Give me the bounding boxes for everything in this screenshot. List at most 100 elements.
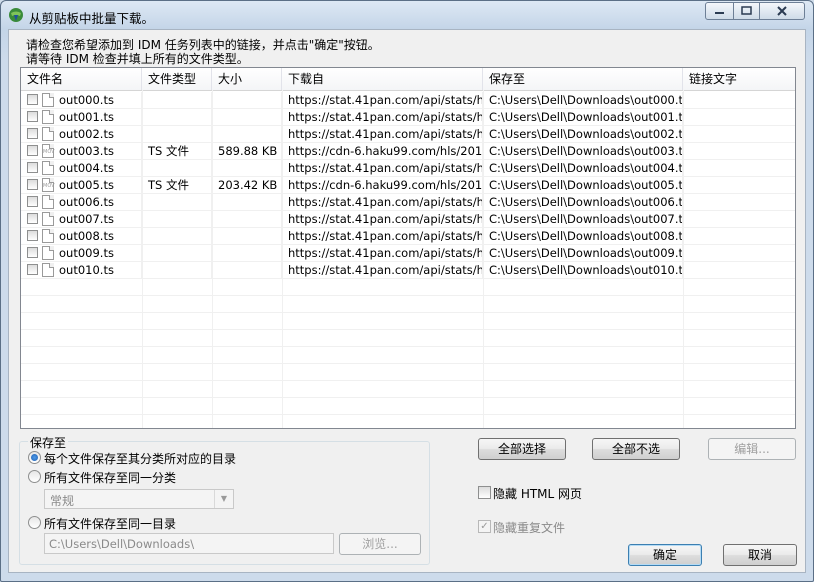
cell-linktext xyxy=(683,177,795,194)
cell-type xyxy=(142,160,212,177)
cell-saveto: C:\Users\Dell\Downloads\out005.ts xyxy=(483,177,683,194)
select-none-button[interactable]: 全部不选 xyxy=(592,438,680,460)
hide-html-label[interactable]: 隐藏 HTML 网页 xyxy=(493,485,582,502)
radio-save-per-category[interactable] xyxy=(28,451,41,464)
column-header-filename[interactable]: 文件名 xyxy=(21,68,142,90)
row-gridline xyxy=(21,210,795,211)
row-checkbox[interactable] xyxy=(27,230,38,241)
table-row[interactable]: out004.ts https://stat.41pan.com/api/stat… xyxy=(21,160,795,177)
table-row[interactable]: out007.ts https://stat.41pan.com/api/stat… xyxy=(21,211,795,228)
instruction-line-2: 请等待 IDM 检查并填上所有的文件类型。 xyxy=(26,52,249,66)
close-button[interactable] xyxy=(759,2,805,20)
minimize-button[interactable] xyxy=(705,2,734,20)
radio-save-same-dir[interactable] xyxy=(28,516,41,529)
edit-button[interactable]: 编辑... xyxy=(708,438,796,460)
cell-from: https://stat.41pan.com/api/stats/hls... xyxy=(282,228,483,245)
row-gridline xyxy=(21,346,795,347)
radio-save-same-dir-label[interactable]: 所有文件保存至同一目录 xyxy=(44,515,176,532)
row-checkbox[interactable] xyxy=(27,213,38,224)
row-checkbox[interactable] xyxy=(27,145,38,156)
row-gridline xyxy=(21,227,795,228)
hide-html-checkbox[interactable] xyxy=(478,486,491,499)
row-checkbox[interactable] xyxy=(27,128,38,139)
cell-type: TS 文件 xyxy=(142,143,212,160)
cell-saveto: C:\Users\Dell\Downloads\out002.ts xyxy=(483,126,683,143)
cell-filename: out000.ts xyxy=(21,92,142,109)
cell-size: 203.42 KB xyxy=(212,177,282,194)
cell-linktext xyxy=(683,194,795,211)
cell-linktext xyxy=(683,143,795,160)
row-gridline xyxy=(21,312,795,313)
row-checkbox[interactable] xyxy=(27,264,38,275)
table-row[interactable]: out001.ts https://stat.41pan.com/api/stat… xyxy=(21,109,795,126)
row-checkbox[interactable] xyxy=(27,196,38,207)
row-checkbox[interactable] xyxy=(27,162,38,173)
dialog-body: 请检查您希望添加到 IDM 任务列表中的链接，并点击"确定"按钮。 请等待 ID… xyxy=(8,29,806,573)
column-separator xyxy=(282,90,283,428)
cell-size xyxy=(212,228,282,245)
cell-size xyxy=(212,245,282,262)
row-gridline xyxy=(21,380,795,381)
file-name: out003.ts xyxy=(59,144,114,158)
cell-filename: out010.ts xyxy=(21,262,142,279)
maximize-button[interactable] xyxy=(733,2,760,20)
directory-field[interactable]: C:\Users\Dell\Downloads\ xyxy=(44,533,334,554)
table-row[interactable]: MOV out005.ts TS 文件 203.42 KB https://cdn-6.… xyxy=(21,177,795,194)
row-checkbox[interactable] xyxy=(27,179,38,190)
column-header-size[interactable]: 大小 xyxy=(212,68,282,90)
cell-filename: out009.ts xyxy=(21,245,142,262)
radio-save-same-category-label[interactable]: 所有文件保存至同一分类 xyxy=(44,469,176,486)
batch-download-dialog: 从剪贴板中批量下载。 请检查您希望添加到 IDM 任务列表中的链接，并点击"确定… xyxy=(0,0,814,582)
title-bar[interactable]: 从剪贴板中批量下载。 xyxy=(1,1,813,29)
cell-saveto: C:\Users\Dell\Downloads\out008.ts xyxy=(483,228,683,245)
cell-filename: MOV out005.ts xyxy=(21,177,142,194)
column-separator xyxy=(683,90,684,428)
row-checkbox[interactable] xyxy=(27,247,38,258)
cancel-button[interactable]: 取消 xyxy=(723,544,797,566)
cell-saveto: C:\Users\Dell\Downloads\out009.ts xyxy=(483,245,683,262)
video-file-icon: MOV xyxy=(42,144,55,158)
file-icon xyxy=(42,110,54,124)
table-row[interactable]: out010.ts https://stat.41pan.com/api/stat… xyxy=(21,262,795,279)
cell-saveto: C:\Users\Dell\Downloads\out006.ts xyxy=(483,194,683,211)
directory-field-value: C:\Users\Dell\Downloads\ xyxy=(49,537,195,551)
radio-save-per-category-label[interactable]: 每个文件保存至其分类所对应的目录 xyxy=(44,450,236,467)
cell-from: https://stat.41pan.com/api/stats/hls... xyxy=(282,245,483,262)
radio-save-same-category[interactable] xyxy=(28,470,41,483)
column-header-from[interactable]: 下载自 xyxy=(282,68,483,90)
row-checkbox[interactable] xyxy=(27,94,38,105)
cell-size xyxy=(212,262,282,279)
column-header-filetype[interactable]: 文件类型 xyxy=(142,68,212,90)
hide-duplicates-checkbox[interactable]: ✓ xyxy=(478,520,491,533)
ok-button[interactable]: 确定 xyxy=(628,544,702,566)
table-row[interactable]: MOV out003.ts TS 文件 589.88 KB https://cdn-6.… xyxy=(21,143,795,160)
file-name: out009.ts xyxy=(59,246,114,260)
cell-saveto: C:\Users\Dell\Downloads\out004.ts xyxy=(483,160,683,177)
hide-duplicates-label[interactable]: 隐藏重复文件 xyxy=(493,519,565,536)
select-all-button[interactable]: 全部选择 xyxy=(478,438,566,460)
cell-from: https://cdn-6.haku99.com/hls/2019/... xyxy=(282,143,483,160)
cell-type xyxy=(142,228,212,245)
row-checkbox[interactable] xyxy=(27,111,38,122)
table-row[interactable]: out002.ts https://stat.41pan.com/api/stat… xyxy=(21,126,795,143)
column-header-saveto[interactable]: 保存至 xyxy=(483,68,683,90)
table-row[interactable]: out000.ts https://stat.41pan.com/api/stat… xyxy=(21,92,795,109)
table-row[interactable]: out008.ts https://stat.41pan.com/api/stat… xyxy=(21,228,795,245)
category-select[interactable]: 常规 ▼ xyxy=(44,489,234,509)
file-icon xyxy=(42,195,54,209)
cell-linktext xyxy=(683,92,795,109)
column-header-linktext[interactable]: 链接文字 xyxy=(683,68,795,90)
link-list[interactable]: 文件名 文件类型 大小 下载自 保存至 链接文字 out000.ts https:… xyxy=(20,67,796,429)
cell-from: https://stat.41pan.com/api/stats/hls... xyxy=(282,126,483,143)
cell-size xyxy=(212,160,282,177)
browse-button[interactable]: 浏览... xyxy=(339,533,421,555)
table-row[interactable]: out009.ts https://stat.41pan.com/api/stat… xyxy=(21,245,795,262)
cell-from: https://stat.41pan.com/api/stats/hls... xyxy=(282,262,483,279)
row-gridline xyxy=(21,142,795,143)
table-row[interactable]: out006.ts https://stat.41pan.com/api/stat… xyxy=(21,194,795,211)
cell-filename: out004.ts xyxy=(21,160,142,177)
row-gridline xyxy=(21,278,795,279)
cell-linktext xyxy=(683,126,795,143)
file-name: out006.ts xyxy=(59,195,114,209)
file-name: out007.ts xyxy=(59,212,114,226)
